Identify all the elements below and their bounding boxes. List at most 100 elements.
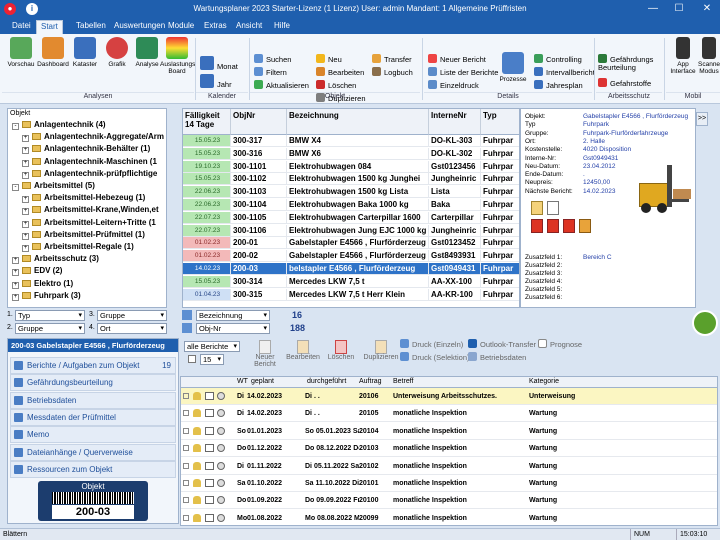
- tree-item[interactable]: + Arbeitsmittel-Krane,Winden,et: [22, 204, 159, 216]
- delete-report-button[interactable]: Löschen: [326, 340, 356, 361]
- jahr-button[interactable]: Jahr: [200, 74, 232, 89]
- grid-row[interactable]: 19.10.23 300-1101 Elektrohubwagen 084 Gst01…: [183, 160, 519, 173]
- tree-item[interactable]: + Anlagentechnik-Behälter (1): [22, 143, 150, 155]
- expand-icon[interactable]: [183, 480, 189, 486]
- nav-item[interactable]: Messdaten der Prüfmittel: [10, 408, 176, 426]
- col-kategorie[interactable]: Kategorie: [529, 378, 559, 385]
- grid-row[interactable]: 01.02.23 200-02 Gabelstapler E4566 , Flurf…: [183, 250, 519, 263]
- pdf-icon-2[interactable]: [547, 219, 559, 233]
- expand-toggle-icon[interactable]: +: [22, 232, 29, 240]
- expand-toggle-icon[interactable]: +: [22, 135, 29, 143]
- transfer-button[interactable]: Transfer: [372, 54, 412, 66]
- expand-toggle-icon[interactable]: +: [22, 159, 29, 167]
- col-internenr[interactable]: InterneNr: [429, 109, 481, 135]
- grid-row[interactable]: 01.02.23 200-01 Gabelstapler E4566 , Flurf…: [183, 237, 519, 250]
- menu-datei[interactable]: Datei: [8, 20, 35, 34]
- expand-icon[interactable]: [183, 393, 189, 399]
- tree-item[interactable]: + Arbeitsschutz (3): [12, 253, 99, 265]
- menu-module[interactable]: Module: [164, 20, 198, 34]
- tree-item[interactable]: + Anlagentechnik-Maschinen (1: [22, 156, 157, 167]
- grid-row[interactable]: 14.02.23 200-03 belstapler E4566 , Flurför…: [183, 263, 519, 275]
- col-bezeichnung[interactable]: Bezeichnung: [287, 109, 429, 135]
- maximize-button[interactable]: ☐: [666, 0, 692, 18]
- new-report-button[interactable]: Neuer Bericht: [252, 340, 278, 368]
- sort-down-icon[interactable]: [182, 323, 192, 333]
- menu-tabellen[interactable]: Tabellen: [72, 20, 110, 34]
- gefaehrdungsbeurteilung-button[interactable]: Gefährdungs Beurteilung: [598, 54, 660, 72]
- nav-item[interactable]: Berichte / Aufgaben zum Objekt 19: [10, 357, 176, 374]
- sort-select-1[interactable]: Bezeichnung: [196, 310, 270, 321]
- tree-item[interactable]: + EDV (2): [12, 265, 62, 277]
- neu-button[interactable]: Neu: [316, 54, 342, 66]
- sort-select-2[interactable]: Obj-Nr: [196, 323, 270, 334]
- expand-toggle-icon[interactable]: +: [12, 257, 19, 265]
- controlling-button[interactable]: Controlling: [534, 54, 582, 66]
- grid-row[interactable]: 15.05.23 300-317 BMW X4 DO-KL-303 Fuhrpar: [183, 135, 519, 147]
- nav-item[interactable]: Gefährdungsbeurteilung: [10, 374, 176, 392]
- expand-icon[interactable]: [183, 514, 189, 521]
- tree-item[interactable]: - Anlagentechnik (4): [12, 119, 106, 130]
- grid-row[interactable]: 22.07.23 300-1106 Elektrohubwagen Jung EJC…: [183, 224, 519, 237]
- pdf-icon-3[interactable]: [563, 219, 575, 233]
- neuer-bericht-button[interactable]: Neuer Bericht: [428, 54, 486, 66]
- app-interface-button[interactable]: App Interface: [666, 37, 700, 85]
- duplicate-report-button[interactable]: Duplizieren: [362, 340, 400, 361]
- nav-item[interactable]: Memo: [10, 426, 176, 444]
- edit-report-button[interactable]: Bearbeiten: [286, 340, 320, 361]
- group-select-1[interactable]: Typ: [15, 310, 85, 321]
- expand-toggle-icon[interactable]: -: [12, 123, 19, 130]
- menu-extras[interactable]: Extras: [200, 20, 231, 34]
- document-icon[interactable]: [547, 201, 559, 215]
- report-row[interactable]: Di 14.02.2023 Di . . 20105 monatliche Inspek…: [181, 405, 717, 423]
- report-row[interactable]: Do 01.09.2022 Do 09.09.2022 Fr 20100 monatli…: [181, 492, 717, 510]
- nav-item[interactable]: Dateianhänge / Querverweise: [10, 443, 176, 461]
- nav-item[interactable]: Ressourcen zum Objekt: [10, 460, 176, 478]
- expand-toggle-icon[interactable]: +: [22, 171, 29, 179]
- days-spinner[interactable]: 15: [200, 354, 224, 365]
- grid-row[interactable]: 01.04.23 300-315 Mercedes LKW 7,5 t Herr K…: [183, 288, 519, 301]
- col-durchgefuehrt[interactable]: durchgeführt: [307, 378, 346, 385]
- liste-der-berichte-button[interactable]: Liste der Berichte: [428, 67, 498, 79]
- tree-item[interactable]: + Arbeitsmittel-Leitern+Tritte (1: [22, 217, 156, 228]
- col-objnr[interactable]: ObjNr: [231, 109, 287, 135]
- intervallbericht-button[interactable]: Intervallbericht: [534, 67, 595, 79]
- report-row[interactable]: Sa 01.10.2022 Sa 11.10.2022 Di 20101 monatli…: [181, 475, 717, 492]
- col-auftrag[interactable]: Auftrag: [359, 378, 382, 385]
- expand-toggle-icon[interactable]: +: [12, 269, 19, 277]
- certificate-icon[interactable]: [579, 219, 591, 233]
- envelope-icon[interactable]: [531, 201, 543, 215]
- expand-icon[interactable]: [183, 497, 189, 504]
- expand-toggle-icon[interactable]: +: [12, 281, 19, 289]
- einzeldruck-button[interactable]: Einzeldruck: [428, 80, 479, 92]
- expand-toggle-icon[interactable]: +: [22, 196, 29, 204]
- user-status-icon[interactable]: [692, 310, 718, 336]
- vorschau-button[interactable]: Vorschau: [4, 37, 38, 85]
- tree-item[interactable]: + Arbeitsmittel-Hebezeug (1): [22, 192, 145, 204]
- nav-item[interactable]: Betriebsdaten: [10, 391, 176, 409]
- grid-row[interactable]: 22.06.23 300-1104 Elektrohubwagen Baka 100…: [183, 199, 519, 211]
- group-select-4[interactable]: Ort: [97, 323, 167, 334]
- group-select-3[interactable]: Gruppe: [97, 310, 167, 321]
- print-single-button[interactable]: Druck (Einzeln): [400, 339, 463, 351]
- filter-checkbox[interactable]: [188, 355, 196, 363]
- report-row[interactable]: Do 01.12.2022 Do 08.12.2022 Do 20103 monatli…: [181, 440, 717, 458]
- loeschen-button[interactable]: Löschen: [316, 80, 356, 92]
- prozesse-button[interactable]: Prozesse: [496, 52, 530, 88]
- menu-start[interactable]: Start: [36, 20, 63, 34]
- menu-auswertungen[interactable]: Auswertungen: [110, 20, 169, 34]
- jahresplan-button[interactable]: Jahresplan: [534, 80, 583, 92]
- tree-item[interactable]: + Anlagentechnik-prüfpflichtige: [22, 168, 157, 179]
- filtern-button[interactable]: Filtern: [254, 67, 287, 79]
- col-wt[interactable]: WT: [237, 378, 248, 385]
- expand-toggle-icon[interactable]: +: [22, 220, 29, 228]
- tree-item[interactable]: - Arbeitsmittel (5): [12, 180, 95, 191]
- expand-toggle-icon[interactable]: +: [22, 208, 29, 216]
- bearbeiten-button[interactable]: Bearbeiten: [316, 67, 364, 79]
- report-row[interactable]: Di 14.02.2023 Di . . 20106 Unterweisung Arbe…: [181, 388, 717, 405]
- col-betreff[interactable]: Betreff: [393, 378, 414, 385]
- report-row[interactable]: Mo 01.08.2022 Mo 08.08.2022 Mo 20099 monatli…: [181, 510, 717, 525]
- tree-item[interactable]: + Arbeitsmittel-Regale (1): [22, 241, 134, 252]
- gefahrstoffe-button[interactable]: Gefahrstoffe: [598, 78, 651, 90]
- auslastungs-board-button[interactable]: Auslastungs Board: [160, 37, 195, 85]
- aktualisieren-button[interactable]: Aktualisieren: [254, 80, 309, 92]
